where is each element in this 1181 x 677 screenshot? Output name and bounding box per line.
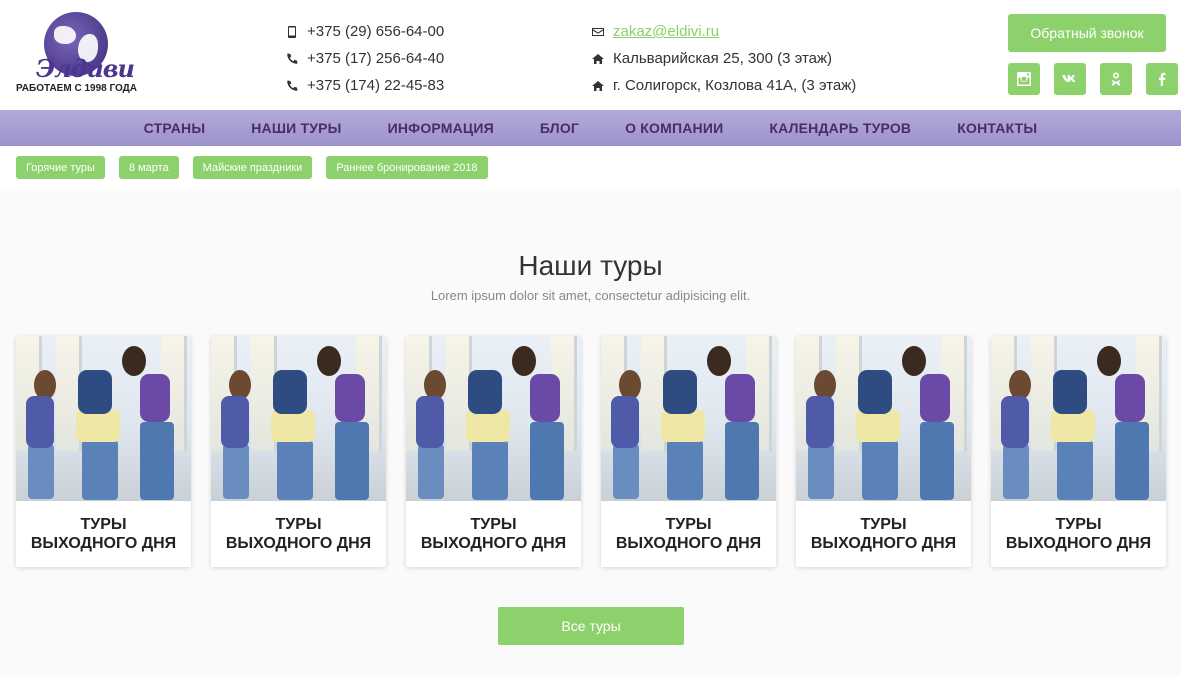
tag-hot-tours[interactable]: Горячие туры xyxy=(16,156,105,179)
section-subtitle: Lorem ipsum dolor sit amet, consectetur … xyxy=(430,288,751,303)
all-tours-button[interactable]: Все туры xyxy=(498,607,684,645)
tour-card[interactable]: ТУРЫ ВЫХОДНОГО ДНЯ xyxy=(601,336,776,567)
address-row-minsk: Кальварийская 25, 300 (3 этаж) xyxy=(592,45,856,72)
logo-tagline: РАБОТАЕМ С 1998 ГОДА xyxy=(16,83,138,94)
home-icon xyxy=(592,53,604,65)
phone-text: +375 (17) 256-64-40 xyxy=(307,50,445,67)
tour-card-title: ТУРЫ ВЫХОДНОГО ДНЯ xyxy=(1005,516,1152,552)
address-row-soligorsk: г. Солигорск, Козлова 41А, (3 этаж) xyxy=(592,72,856,99)
tour-card[interactable]: ТУРЫ ВЫХОДНОГО ДНЯ xyxy=(991,336,1166,567)
tour-card-title: ТУРЫ ВЫХОДНОГО ДНЯ xyxy=(615,516,762,552)
phone-text: +375 (174) 22-45-83 xyxy=(307,77,445,94)
tour-card[interactable]: ТУРЫ ВЫХОДНОГО ДНЯ xyxy=(406,336,581,567)
tags-bar: Горячие туры 8 марта Майские праздники Р… xyxy=(0,146,1181,189)
address-list: zakaz@eldivi.ru Кальварийская 25, 300 (3… xyxy=(592,18,856,99)
tag-early-booking[interactable]: Раннее бронирование 2018 xyxy=(326,156,488,179)
tour-card-image xyxy=(16,336,191,501)
tour-card-title: ТУРЫ ВЫХОДНОГО ДНЯ xyxy=(30,516,177,552)
phone-mobile[interactable]: +375 (29) 656-64-00 xyxy=(286,18,444,45)
phone-office-soligorsk[interactable]: +375 (174) 22-45-83 xyxy=(286,72,444,99)
tour-card[interactable]: ТУРЫ ВЫХОДНОГО ДНЯ xyxy=(16,336,191,567)
tour-cards: ТУРЫ ВЫХОДНОГО ДНЯ ТУРЫ ВЫХОДНОГО ДНЯ ТУРЫ… xyxy=(16,336,1166,567)
vk-button[interactable] xyxy=(1054,63,1086,95)
nav-item-blog[interactable]: БЛОГ xyxy=(540,120,579,136)
instagram-button[interactable] xyxy=(1008,63,1040,95)
tour-card[interactable]: ТУРЫ ВЫХОДНОГО ДНЯ xyxy=(211,336,386,567)
facebook-icon xyxy=(1159,72,1166,86)
tag-march-8[interactable]: 8 марта xyxy=(118,156,179,179)
social-links xyxy=(1008,63,1178,95)
tour-card-image xyxy=(991,336,1166,501)
address-text: Кальварийская 25, 300 (3 этаж) xyxy=(613,50,833,67)
nav-item-about[interactable]: О КОМПАНИИ xyxy=(625,120,723,136)
logo-brand: Элдиви xyxy=(36,54,135,83)
tour-card-title: ТУРЫ ВЫХОДНОГО ДНЯ xyxy=(225,516,372,552)
callback-button[interactable]: Обратный звонок xyxy=(1008,14,1166,52)
tour-card-image xyxy=(601,336,776,501)
logo[interactable]: Элдиви РАБОТАЕМ С 1998 ГОДА xyxy=(16,12,140,96)
nav-item-information[interactable]: ИНФОРМАЦИЯ xyxy=(388,120,494,136)
odnoklassniki-button[interactable] xyxy=(1100,63,1132,95)
tour-card-title: ТУРЫ ВЫХОДНОГО ДНЯ xyxy=(420,516,567,552)
main-nav: СТРАНЫ НАШИ ТУРЫ ИНФОРМАЦИЯ БЛОГ О КОМПА… xyxy=(0,110,1181,146)
email-link[interactable]: zakaz@eldivi.ru xyxy=(613,23,719,40)
phone-text: +375 (29) 656-64-00 xyxy=(307,23,445,40)
nav-item-our-tours[interactable]: НАШИ ТУРЫ xyxy=(251,120,341,136)
nav-item-countries[interactable]: СТРАНЫ xyxy=(144,120,206,136)
tour-card-image xyxy=(406,336,581,501)
phone-list: +375 (29) 656-64-00 +375 (17) 256-64-40 … xyxy=(286,18,444,99)
nav-item-tour-calendar[interactable]: КАЛЕНДАРЬ ТУРОВ xyxy=(769,120,911,136)
section-title: Наши туры xyxy=(518,250,663,281)
mobile-phone-icon xyxy=(286,25,298,38)
odnoklassniki-icon xyxy=(1111,72,1121,86)
tour-card[interactable]: ТУРЫ ВЫХОДНОГО ДНЯ xyxy=(796,336,971,567)
tour-card-image xyxy=(211,336,386,501)
email-row: zakaz@eldivi.ru xyxy=(592,18,856,45)
facebook-button[interactable] xyxy=(1146,63,1178,95)
phone-office-minsk[interactable]: +375 (17) 256-64-40 xyxy=(286,45,444,72)
envelope-icon xyxy=(592,26,604,38)
home-icon xyxy=(592,80,604,92)
tag-may-holidays[interactable]: Майские праздники xyxy=(192,156,313,179)
nav-item-contacts[interactable]: КОНТАКТЫ xyxy=(957,120,1037,136)
address-text: г. Солигорск, Козлова 41А, (3 этаж) xyxy=(613,77,857,94)
tour-card-image xyxy=(796,336,971,501)
vk-icon xyxy=(1062,75,1076,82)
phone-icon xyxy=(286,53,298,65)
phone-icon xyxy=(286,80,298,92)
tour-card-title: ТУРЫ ВЫХОДНОГО ДНЯ xyxy=(810,516,957,552)
site-header: Элдиви РАБОТАЕМ С 1998 ГОДА +375 (29) 65… xyxy=(0,0,1181,110)
instagram-icon xyxy=(1017,72,1031,86)
